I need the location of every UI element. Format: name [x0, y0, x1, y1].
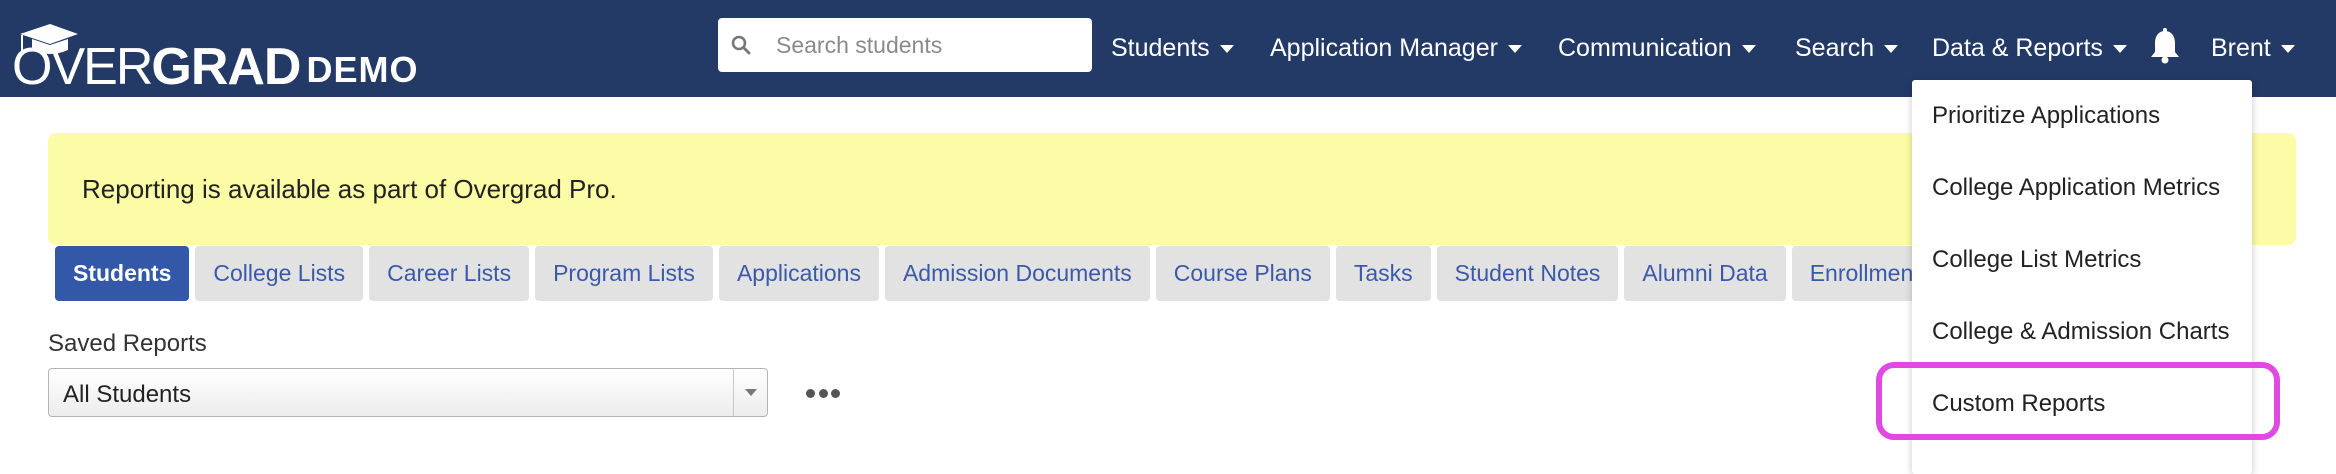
caret-down-icon: [2112, 45, 2127, 53]
nav-communication[interactable]: Communication: [1558, 28, 1756, 68]
nav-data-reports[interactable]: Data & Reports: [1932, 28, 2127, 68]
brand-demo-label: DEMO: [306, 49, 419, 90]
nav-search[interactable]: Search: [1795, 28, 1899, 68]
tab-alumni-data[interactable]: Alumni Data: [1624, 246, 1786, 301]
tab-college-lists[interactable]: College Lists: [195, 246, 364, 301]
tab-admission-documents[interactable]: Admission Documents: [884, 246, 1150, 301]
overgrad-logo[interactable]: OVERGRAD DEMO: [12, 18, 418, 93]
menu-item-college-admission-charts[interactable]: College & Admission Charts: [1912, 302, 2252, 362]
saved-reports-label: Saved Reports: [48, 330, 207, 357]
tab-student-notes[interactable]: Student Notes: [1436, 246, 1619, 301]
user-menu[interactable]: Brent: [2211, 28, 2295, 68]
nav-application-manager[interactable]: Application Manager: [1270, 28, 1522, 68]
tab-career-lists[interactable]: Career Lists: [369, 246, 530, 301]
tab-program-lists[interactable]: Program Lists: [535, 246, 713, 301]
saved-reports-selected-value: All Students: [63, 381, 192, 408]
caret-down-icon: [2280, 45, 2295, 53]
user-name: Brent: [2211, 33, 2271, 62]
menu-item-prioritize-applications[interactable]: Prioritize Applications: [1912, 86, 2252, 146]
caret-down-icon: [1219, 45, 1234, 53]
caret-down-icon: [1507, 45, 1522, 53]
caret-down-icon: [1884, 45, 1899, 53]
alert-text: Reporting is available as part of Overgr…: [82, 174, 617, 204]
nav-application-manager-label: Application Manager: [1270, 33, 1498, 62]
nav-students-label: Students: [1111, 33, 1210, 62]
nav-data-reports-label: Data & Reports: [1932, 33, 2103, 62]
graduation-cap-icon: [20, 24, 78, 54]
select-arrow: [733, 369, 767, 416]
menu-item-college-application-metrics[interactable]: College Application Metrics: [1912, 158, 2252, 218]
tab-course-plans[interactable]: Course Plans: [1155, 246, 1330, 301]
nav-communication-label: Communication: [1558, 33, 1732, 62]
tab-students[interactable]: Students: [55, 246, 190, 301]
bell-icon[interactable]: [2148, 28, 2182, 64]
custom-reports-highlight: [1876, 362, 2280, 440]
ellipsis-icon[interactable]: [806, 384, 840, 402]
report-tabs: Students College Lists Career Lists Prog…: [55, 246, 1955, 301]
search-input[interactable]: [776, 31, 1076, 59]
menu-item-college-list-metrics[interactable]: College List Metrics: [1912, 230, 2252, 290]
search-icon: [718, 18, 764, 72]
tab-applications[interactable]: Applications: [718, 246, 879, 301]
nav-search-label: Search: [1795, 33, 1875, 62]
saved-reports-select[interactable]: All Students: [48, 368, 768, 417]
nav-students[interactable]: Students: [1111, 28, 1234, 68]
search-box: [718, 18, 1092, 72]
tab-tasks[interactable]: Tasks: [1335, 246, 1431, 301]
caret-down-icon: [744, 389, 757, 396]
caret-down-icon: [1741, 45, 1756, 53]
